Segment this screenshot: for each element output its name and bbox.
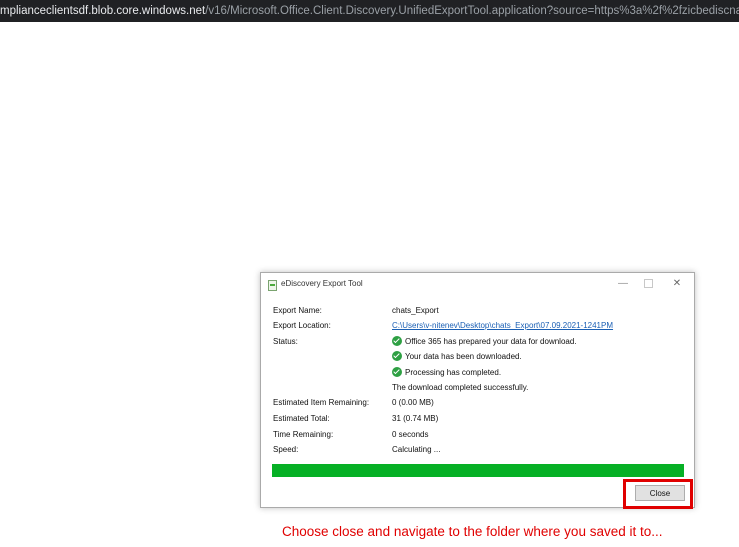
url-path: /v16/Microsoft.Office.Client.Discovery.U… — [205, 5, 739, 17]
time-remaining-value: 0 seconds — [392, 430, 429, 439]
window-close-button[interactable]: ✕ — [668, 276, 686, 292]
export-location-label: Export Location: — [273, 321, 331, 330]
maximize-button[interactable] — [639, 276, 657, 292]
check-circle-icon — [392, 335, 402, 346]
url-host: mpliance­clientsdf.blob.core.windows.net — [0, 5, 206, 17]
export-name-label: Export Name: — [273, 306, 322, 315]
status-line-processed: Processing has completed. — [388, 366, 502, 379]
browser-address-bar[interactable]: mpliance­clientsdf.blob.core.windows.net… — [0, 0, 739, 22]
estimated-total-value: 31 (0.74 MB) — [392, 414, 439, 423]
estimated-item-remaining-label: Estimated Item Remaining: — [273, 398, 370, 407]
close-button-highlight — [623, 479, 693, 509]
instruction-caption: Choose close and navigate to the folder … — [282, 524, 663, 539]
status-line-downloaded: Your data has been downloaded. — [388, 350, 522, 363]
export-location-link[interactable]: C:\Users\v-nitenev\Desktop\chats_Export\… — [392, 320, 613, 332]
dialog-title: eDiscovery Export Tool — [281, 279, 363, 288]
check-circle-icon — [392, 366, 402, 377]
progress-fill — [272, 464, 684, 477]
minimize-button[interactable]: — — [614, 276, 632, 292]
speed-value: Calculating ... — [392, 445, 441, 454]
export-name-value: chats_Export — [392, 306, 439, 315]
download-progress-bar — [272, 464, 684, 477]
estimated-total-label: Estimated Total: — [273, 414, 330, 423]
status-line-text: Office 365 has prepared your data for do… — [405, 337, 577, 346]
estimated-item-remaining-value: 0 (0.00 MB) — [392, 398, 434, 407]
export-tool-dialog: eDiscovery Export Tool — ✕ Export Name: … — [260, 272, 695, 508]
status-line-text: Processing has completed. — [405, 368, 502, 377]
speed-label: Speed: — [273, 445, 299, 454]
check-circle-icon — [392, 350, 402, 361]
maximize-icon — [643, 278, 653, 288]
status-message: The download completed successfully. — [392, 383, 529, 392]
status-line-text: Your data has been downloaded. — [405, 352, 522, 361]
export-tool-app-icon — [268, 280, 277, 291]
dialog-titlebar[interactable]: eDiscovery Export Tool — ✕ — [261, 273, 694, 297]
status-line-prepared: Office 365 has prepared your data for do… — [388, 335, 577, 348]
time-remaining-label: Time Remaining: — [273, 430, 334, 439]
status-label: Status: — [273, 337, 298, 346]
